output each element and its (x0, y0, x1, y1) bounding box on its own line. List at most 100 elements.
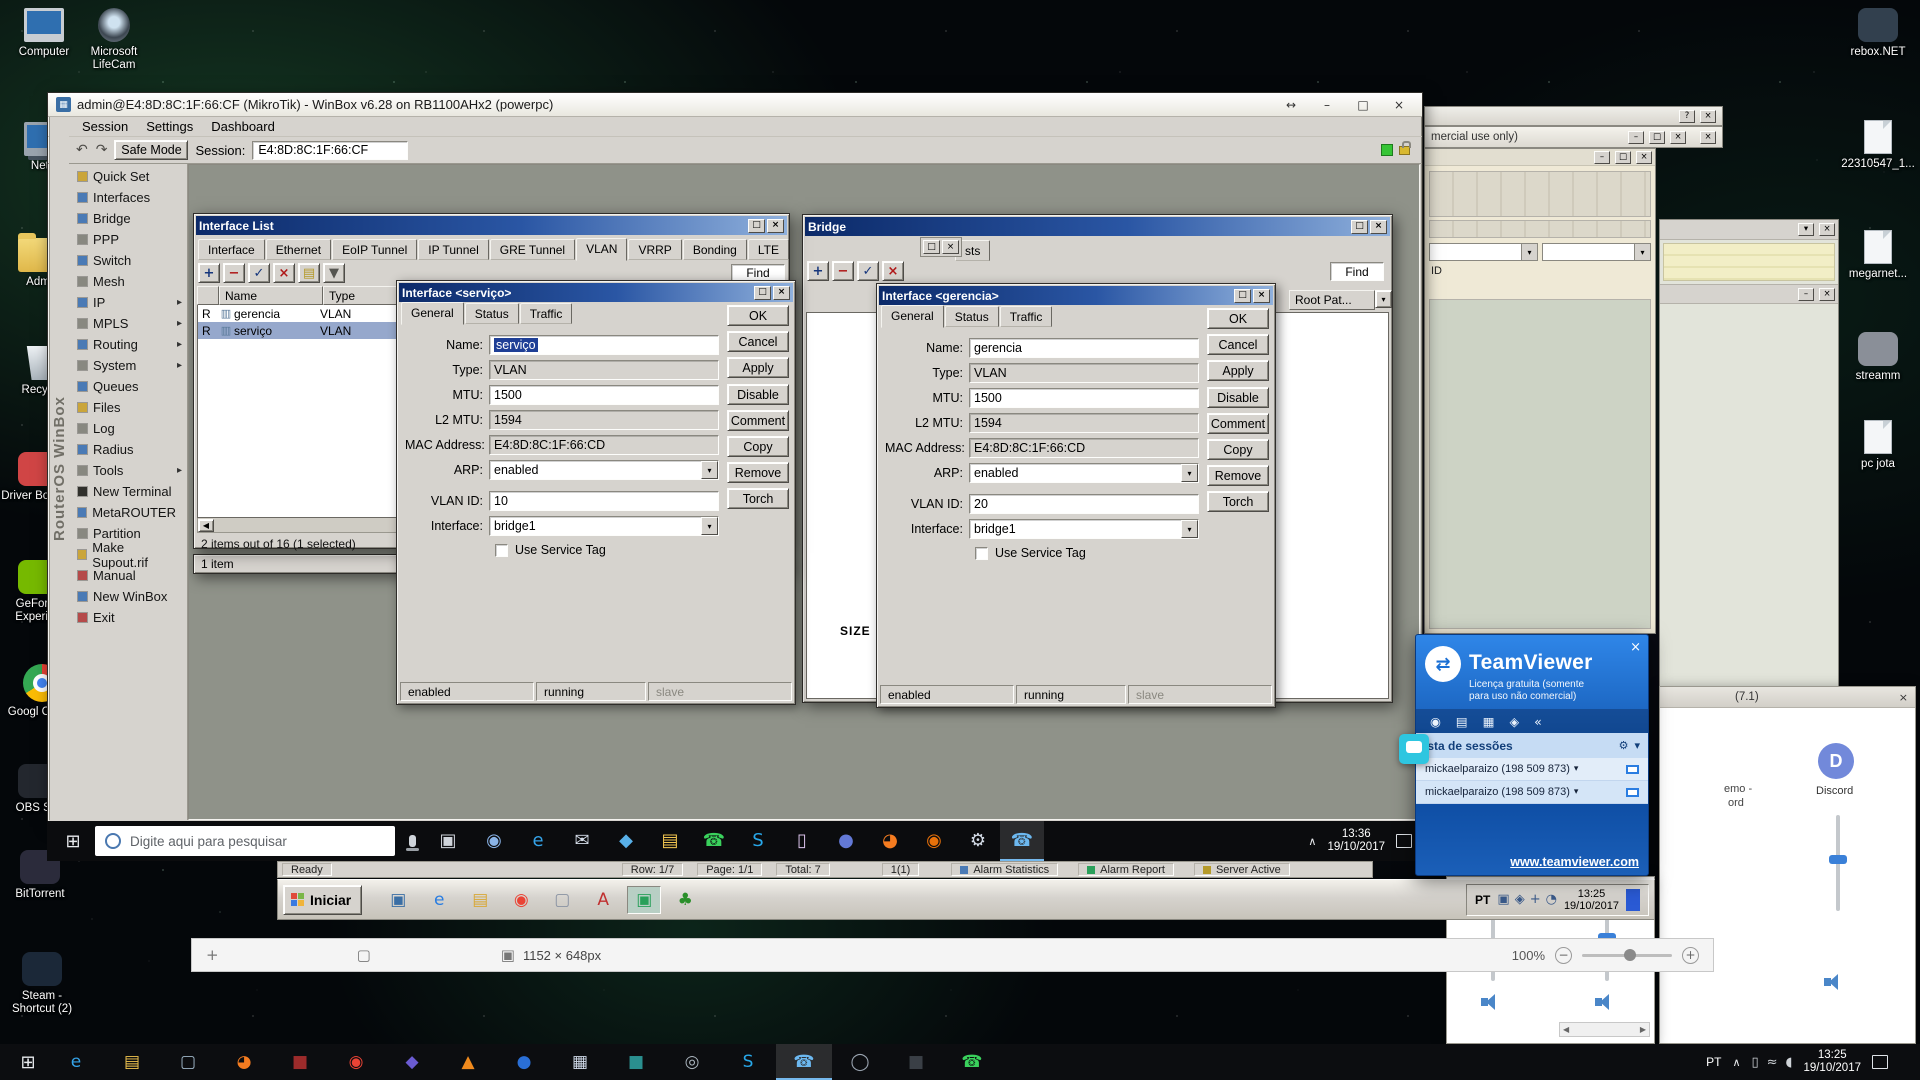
teamviewer-chat-bubble-icon[interactable] (1399, 734, 1429, 764)
dialog-tab[interactable]: Status (944, 306, 999, 327)
caption-button-collapse[interactable]: ▾ (1798, 223, 1814, 236)
dialog-button[interactable]: Copy (1207, 439, 1269, 460)
dialog-button[interactable]: Apply (727, 357, 789, 378)
notification-center-icon[interactable] (1872, 1055, 1888, 1069)
volume-slider-knob[interactable] (1829, 855, 1847, 864)
dropdown-button[interactable] (701, 461, 718, 479)
dialog-button[interactable]: Disable (727, 384, 789, 405)
start-button[interactable]: ⊞ (8, 1044, 48, 1080)
tray-icon[interactable]: ◖ (1786, 1055, 1793, 1070)
taskbar-icon-share[interactable]: ◆ (604, 821, 648, 861)
sidebar-item[interactable]: New WinBox (69, 586, 187, 607)
taskbar-icon-firefox[interactable]: ◕ (868, 821, 912, 861)
use-service-tag-row[interactable]: Use Service Tag (495, 543, 606, 557)
taskbar-icon-phone[interactable]: ☎ (776, 1044, 832, 1080)
toolbar-icon-filetransfer[interactable]: ▦ (1483, 714, 1495, 729)
caption-button-help[interactable]: ? (1679, 109, 1695, 123)
safe-mode-button[interactable]: Safe Mode (114, 140, 189, 160)
sidebar-item[interactable]: Mesh (69, 271, 187, 292)
caption-button-close[interactable]: × (773, 285, 790, 300)
language-indicator[interactable]: PT (1706, 1055, 1721, 1069)
chevron-down-icon[interactable]: ▾ (1574, 787, 1579, 797)
toolbar-icon-undo[interactable]: ↶ (76, 142, 88, 158)
tab[interactable]: Bonding (682, 239, 747, 260)
taskbar-icon-whatsapp[interactable]: ☎ (944, 1044, 1000, 1080)
tray-icon[interactable]: ≈ (1767, 1055, 1778, 1070)
sidebar-item[interactable]: Tools ▸ (69, 460, 187, 481)
dialog-button[interactable]: Copy (727, 436, 789, 457)
toolbar-button-enable[interactable]: ✓ (248, 263, 270, 283)
toolbar-icon-contacts[interactable]: ◉ (1430, 714, 1441, 729)
sidebar-item[interactable]: Make Supout.rif (69, 540, 187, 570)
chevron-down-icon[interactable]: ▾ (1574, 764, 1579, 774)
caption-button-close[interactable]: × (1819, 223, 1835, 236)
use-service-tag-row[interactable]: Use Service Tag (975, 546, 1086, 560)
close-icon[interactable]: × (1700, 130, 1716, 144)
dialog-button[interactable]: Disable (1207, 387, 1269, 408)
dialog-titlebar[interactable]: Interface <serviço> □ × (399, 283, 793, 302)
find-button[interactable]: Find (1330, 262, 1384, 281)
dialog-button[interactable]: OK (727, 305, 789, 326)
taskbar-icon-winbox[interactable]: ▦ (552, 1044, 608, 1080)
close-icon[interactable]: × (1630, 640, 1641, 655)
caption-button-close[interactable]: × (1253, 288, 1270, 303)
dialog-button[interactable]: Comment (1207, 413, 1269, 434)
taskbar-icon-app-purple[interactable]: ◆ (384, 1044, 440, 1080)
zoom-out-button[interactable]: − (1555, 946, 1572, 964)
dialog-button[interactable]: Torch (1207, 491, 1269, 512)
quick-launch-icon-folder[interactable]: ▤ (463, 886, 497, 914)
tray-chevron-icon[interactable]: ∧ (1308, 835, 1316, 848)
desktop-icon-file-22310547[interactable]: 22310547_1... (1840, 120, 1916, 171)
taskbar-icon-obs[interactable]: ◎ (664, 1044, 720, 1080)
tab[interactable]: EoIP Tunnel (332, 239, 418, 260)
quick-launch-icon-tree[interactable]: ♣ (668, 886, 702, 914)
dialog-tab[interactable]: Status (464, 303, 519, 324)
taskbar-icon-skype[interactable]: S (736, 821, 780, 861)
taskbar-icon-settings[interactable]: ⚙ (956, 821, 1000, 861)
caption-button-close[interactable]: × (1636, 150, 1652, 164)
taskbar-icon-app-teal[interactable]: ■ (608, 1044, 664, 1080)
quick-launch-icon-display[interactable]: ▣ (381, 886, 415, 914)
tab[interactable]: Interface (198, 239, 265, 260)
dialog-button[interactable]: Apply (1207, 360, 1269, 381)
select-tool-icon[interactable]: ▢ (357, 946, 371, 964)
column-header-name[interactable]: Name (219, 286, 323, 305)
quick-launch-icon-capture[interactable]: ▣ (627, 885, 662, 914)
xp-start-button[interactable]: Iniciar (283, 884, 363, 915)
speaker-icon[interactable] (1595, 993, 1619, 1011)
winbox-titlebar[interactable]: ▦ admin@E4:8D:8C:1F:66:CF (MikroTik) - W… (48, 93, 1422, 117)
menu-item[interactable]: Settings (138, 118, 201, 135)
search-input[interactable]: Digite aqui para pesquisar (95, 826, 395, 856)
field-input[interactable]: bridge1 (489, 516, 719, 536)
field-input[interactable]: 10 (489, 491, 719, 511)
xp-clock[interactable]: 13:25 19/10/2017 (1564, 888, 1619, 912)
toolbar-button-remove[interactable]: − (832, 261, 854, 281)
toolbar-button-disable[interactable]: × (882, 261, 904, 281)
dialog-button[interactable]: OK (1207, 308, 1269, 329)
task-view-icon[interactable]: ▣ (439, 832, 456, 850)
horizontal-scrollbar[interactable]: ◀ ▶ (1559, 1022, 1650, 1037)
caption-button-maximize[interactable]: □ (1615, 150, 1631, 164)
sidebar-item[interactable]: Exit (69, 607, 187, 628)
sidebar-item[interactable]: Switch (69, 250, 187, 271)
sidebar-item[interactable]: Routing ▸ (69, 334, 187, 355)
mixer-titlebar[interactable]: (7.1) × (1660, 687, 1915, 708)
field-input[interactable]: 1594 (969, 413, 1199, 433)
field-input[interactable]: 1594 (489, 410, 719, 430)
caption-button-minimize[interactable]: – (1798, 287, 1814, 301)
taskbar-icon-firefox[interactable]: ◕ (216, 1044, 272, 1080)
chevron-down-icon[interactable]: ▾ (1521, 244, 1537, 260)
taskbar-icon-chrome[interactable]: ◉ (912, 821, 956, 861)
tray-chevron-icon[interactable]: ∧ (1732, 1056, 1740, 1069)
caption-button-maximize[interactable]: □ (754, 285, 771, 300)
caption-button-close[interactable]: × (1700, 109, 1716, 123)
desktop-icon-lifecam[interactable]: Microsoft LifeCam (76, 8, 152, 72)
tray-icon[interactable]: ◈ (1515, 892, 1525, 907)
sidebar-item[interactable]: Queues (69, 376, 187, 397)
tab[interactable]: VLAN (576, 238, 628, 261)
scroll-left-icon[interactable]: ◀ (1563, 1025, 1569, 1034)
monitor-icon[interactable] (1626, 787, 1639, 797)
scroll-right-icon[interactable]: ▶ (1640, 1025, 1646, 1034)
taskbar-icon-whatsapp[interactable]: ☎ (692, 821, 736, 861)
field-input[interactable]: 20 (969, 494, 1199, 514)
